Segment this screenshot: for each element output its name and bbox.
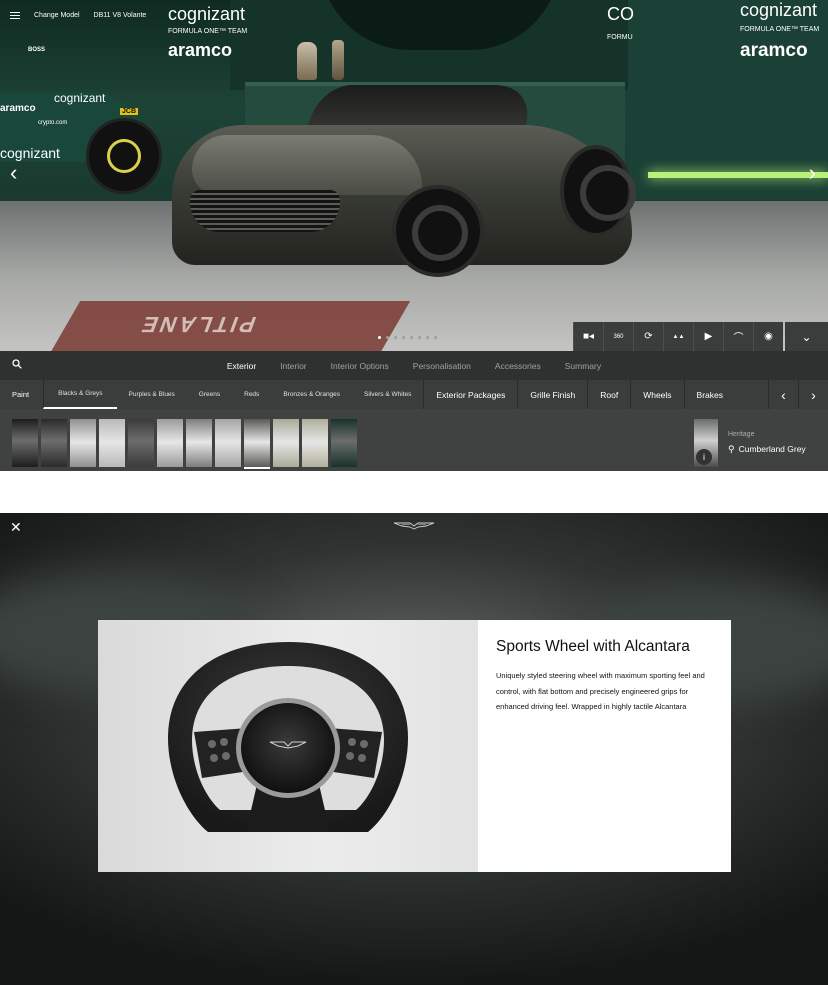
landscape-icon[interactable]: ▲▲	[663, 322, 693, 351]
sponsor-formula: FORMULA ONE™ TEAM	[168, 28, 248, 35]
top-navigation: Change Model DB11 V8 Volante	[0, 0, 146, 30]
main-tabs: Exterior Interior Interior Options Perso…	[0, 351, 828, 380]
sponsor-cognizant: CO	[607, 4, 634, 24]
sponsor-cognizant: cognizant	[0, 145, 60, 161]
camera-icon[interactable]: ■◂	[573, 322, 603, 351]
filter-blacks-greys[interactable]: Blacks & Greys	[43, 380, 117, 409]
car-viewer[interactable]: PITLANE cognizant FORMULA ONE™ TEAM aram…	[0, 0, 828, 351]
paint-swatch[interactable]	[128, 419, 154, 467]
carousel-dot[interactable]	[394, 336, 397, 339]
sponsor-boss: BOSS	[28, 47, 46, 53]
subnav-exterior-packages[interactable]: Exterior Packages	[423, 380, 517, 409]
heritage-label: Heritage	[728, 431, 755, 438]
paint-swatch[interactable]	[215, 419, 241, 467]
trophy	[297, 42, 317, 80]
tab-personalisation[interactable]: Personalisation	[401, 361, 483, 371]
carousel-dot[interactable]	[418, 336, 421, 339]
sponsor-jcb: JCB	[120, 108, 139, 115]
subnav-grille-finish[interactable]: Grille Finish	[517, 380, 587, 409]
carousel-dot[interactable]	[410, 336, 413, 339]
car-hood	[192, 135, 422, 195]
chevron-down-icon[interactable]: ⌄	[785, 322, 828, 351]
paint-name-text: Cumberland Grey	[738, 444, 806, 454]
paint-swatch[interactable]	[99, 419, 125, 467]
sponsor-aramco: aramco	[168, 40, 233, 60]
paint-swatch[interactable]	[12, 419, 38, 467]
chevron-left-icon[interactable]: ‹	[768, 380, 798, 409]
car-grille	[190, 190, 340, 232]
filter-silvers-whites[interactable]: Silvers & Whites	[352, 380, 423, 409]
tab-interior[interactable]: Interior	[268, 361, 318, 371]
subnav-wheels[interactable]: Wheels	[630, 380, 683, 409]
filter-bronzes-oranges[interactable]: Bronzes & Oranges	[271, 380, 352, 409]
carousel-dots	[378, 336, 437, 339]
paint-swatch[interactable]	[41, 419, 67, 467]
paint-swatch[interactable]	[302, 419, 328, 467]
sponsor-cognizant: cognizant	[740, 0, 818, 20]
tab-summary[interactable]: Summary	[553, 361, 613, 371]
sponsor-cognizant: cognizant	[168, 4, 246, 24]
car-model[interactable]	[172, 85, 636, 285]
carousel-dot[interactable]	[378, 336, 381, 339]
change-model-link[interactable]: Change Model	[34, 12, 80, 19]
sponsor-formula: FORMULA ONE™ TEAM	[740, 26, 820, 33]
tab-exterior[interactable]: Exterior	[215, 361, 268, 371]
carousel-dot[interactable]	[426, 336, 429, 339]
tab-accessories[interactable]: Accessories	[483, 361, 553, 371]
chevron-right-icon[interactable]: ›	[798, 380, 828, 409]
aston-martin-wings-logo	[393, 522, 435, 530]
carousel-dot[interactable]	[386, 336, 389, 339]
selected-paint-name: ⚲ Cumberland Grey	[728, 444, 806, 455]
heritage-selection[interactable]: i Heritage ⚲ Cumberland Grey	[684, 419, 824, 469]
filter-greens[interactable]: Greens	[187, 380, 232, 409]
paint-swatch[interactable]	[157, 419, 183, 467]
hamburger-icon[interactable]	[10, 11, 20, 19]
carousel-dot[interactable]	[402, 336, 405, 339]
car-wheel	[392, 185, 484, 277]
filter-reds[interactable]: Reds	[232, 380, 271, 409]
sponsor-crypto: crypto.com	[38, 120, 68, 126]
steering-wheel-image	[98, 620, 478, 872]
paint-swatch[interactable]	[331, 419, 357, 467]
info-icon[interactable]: i	[696, 449, 712, 465]
subnav-scroll: ‹ ›	[768, 380, 828, 409]
f1-wheel	[86, 118, 162, 194]
sub-navigation: Paint Blacks & Greys Purples & Blues Gre…	[0, 380, 828, 409]
sponsor-formula: FORMU	[607, 34, 633, 41]
feature-card: Sports Wheel with Alcantara Uniquely sty…	[98, 620, 731, 872]
prev-view-icon[interactable]: ‹	[10, 160, 17, 186]
car-wheel	[560, 145, 636, 237]
trophy	[332, 40, 344, 80]
pitlane-text: PITLANE	[135, 312, 260, 337]
search-icon[interactable]	[0, 359, 36, 372]
magnifier-icon[interactable]: ⚲	[728, 444, 735, 454]
subnav-brakes[interactable]: Brakes	[683, 380, 735, 409]
feature-text: Sports Wheel with Alcantara Uniquely sty…	[496, 620, 716, 872]
filter-purples-blues[interactable]: Purples & Blues	[117, 380, 187, 409]
feature-title: Sports Wheel with Alcantara	[496, 638, 690, 655]
play-icon[interactable]: ▶	[693, 322, 723, 351]
tab-interior-options[interactable]: Interior Options	[319, 361, 401, 371]
sponsor-aramco: aramco	[740, 40, 808, 61]
sponsor-aramco: aramco	[0, 103, 36, 114]
360-icon[interactable]: 360	[603, 322, 633, 351]
feature-modal: ✕ Sports Wheel with Alcantara Uniquely s…	[0, 513, 828, 985]
rotate-icon[interactable]: ⟳	[633, 322, 663, 351]
subnav-roof[interactable]: Roof	[587, 380, 630, 409]
photo-icon[interactable]: ◉	[753, 322, 783, 351]
paint-swatch[interactable]	[186, 419, 212, 467]
close-icon[interactable]: ✕	[10, 519, 22, 536]
view-toolbar: ■◂ 360 ⟳ ▲▲ ▶ ⌒ ◉	[573, 322, 783, 351]
next-view-icon[interactable]: ›	[809, 160, 816, 186]
sponsor-cognizant: cognizant	[54, 91, 106, 105]
model-name: DB11 V8 Volante	[93, 11, 147, 19]
car-side-icon[interactable]: ⌒	[723, 322, 753, 351]
subnav-paint[interactable]: Paint	[0, 380, 43, 409]
floor-light	[648, 172, 828, 178]
paint-swatch[interactable]	[70, 419, 96, 467]
paint-swatch[interactable]	[273, 419, 299, 467]
feature-description: Uniquely styled steering wheel with maxi…	[496, 671, 705, 711]
paint-swatch[interactable]	[244, 419, 270, 469]
carousel-dot[interactable]	[434, 336, 437, 339]
